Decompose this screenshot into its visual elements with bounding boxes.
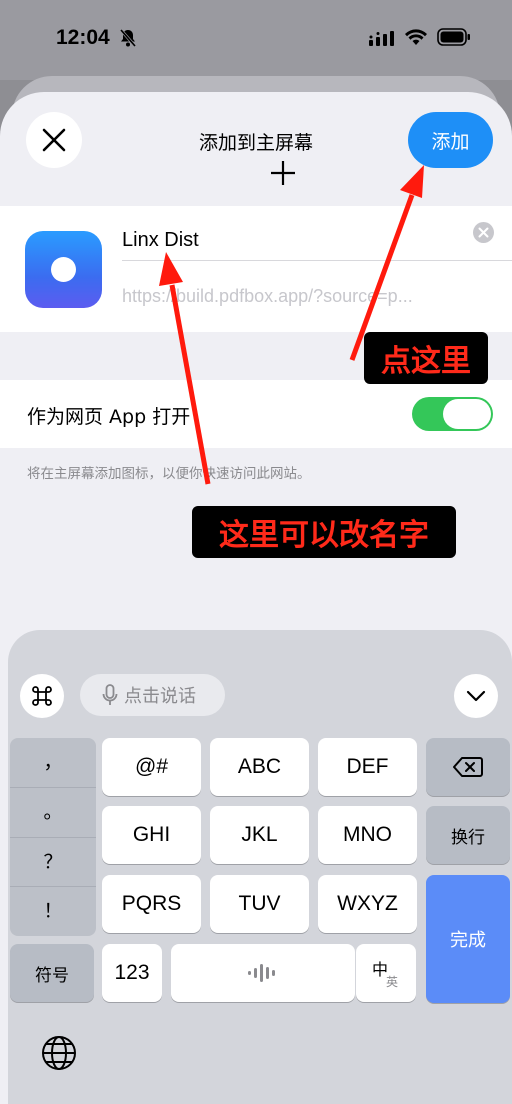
language-switch-key[interactable]: 中 英 [356, 944, 416, 1002]
backspace-icon [453, 757, 483, 777]
numbers-key[interactable]: 123 [102, 944, 162, 1002]
web-app-row: 作为网页 App 打开 [0, 380, 512, 448]
status-time: 12:04 [56, 26, 110, 49]
hint-text: 将在主屏幕添加图标，以便你快速访问此网站。 [27, 466, 311, 482]
lang-en-label: 英 [386, 975, 399, 989]
microphone-icon [102, 684, 118, 705]
battery-icon [437, 28, 471, 50]
space-key[interactable] [171, 944, 355, 1002]
status-bar: 12:04 [0, 0, 512, 80]
chevron-down-icon [466, 690, 486, 702]
symbols-key[interactable]: 符号 [10, 944, 94, 1002]
key-wxyz[interactable]: WXYZ [318, 875, 417, 933]
bookmark-card: Linx Dist https://build.pdfbox.app/?sour… [0, 206, 512, 332]
plus-icon [270, 160, 296, 190]
bell-muted-icon [118, 28, 138, 52]
key-tuv[interactable]: TUV [210, 875, 309, 933]
command-icon [32, 686, 52, 706]
tap-here-annotation: 点这里 [364, 332, 488, 384]
app-name-input[interactable]: Linx Dist [122, 220, 494, 260]
divider [122, 260, 512, 261]
key-abc[interactable]: ABC [210, 738, 309, 796]
newline-key[interactable]: 换行 [426, 806, 510, 864]
punct-period-key[interactable]: 。 [10, 788, 96, 837]
add-button[interactable]: 添加 [408, 112, 493, 168]
keyboard-menu-button[interactable] [20, 674, 64, 718]
backspace-key[interactable] [426, 738, 510, 796]
punct-question-key[interactable]: ？ [10, 838, 96, 887]
wifi-icon [404, 28, 428, 50]
globe-icon[interactable] [40, 1034, 78, 1076]
key-at-hash[interactable]: @# [102, 738, 201, 796]
rename-annotation: 这里可以改名字 [192, 506, 456, 558]
key-def[interactable]: DEF [318, 738, 417, 796]
collapse-keyboard-button[interactable] [454, 674, 498, 718]
web-app-toggle[interactable] [412, 397, 493, 431]
waveform-icon [248, 964, 275, 982]
cellular-signal-icon [369, 30, 395, 50]
voice-input-label: 点击说话 [124, 686, 196, 707]
key-mno[interactable]: MNO [318, 806, 417, 864]
key-pqrs[interactable]: PQRS [102, 875, 201, 933]
voice-input-button[interactable]: 点击说话 [80, 674, 225, 716]
punct-exclaim-key[interactable]: ！ [10, 887, 96, 936]
web-app-label: 作为网页 App 打开 [27, 406, 191, 428]
keyboard: 点击说话 ， 。 ？ ！ @# ABC DEF GHI JKL MNO 换行 P… [8, 630, 512, 1104]
done-key[interactable]: 完成 [426, 875, 510, 1003]
key-ghi[interactable]: GHI [102, 806, 201, 864]
key-jkl[interactable]: JKL [210, 806, 309, 864]
url-text: https://build.pdfbox.app/?source=p... [122, 286, 413, 306]
punct-comma-key[interactable]: ， [10, 738, 96, 787]
punctuation-column: ， 。 ？ ！ [10, 738, 96, 936]
clear-text-icon[interactable] [473, 222, 494, 243]
app-icon [25, 231, 102, 308]
